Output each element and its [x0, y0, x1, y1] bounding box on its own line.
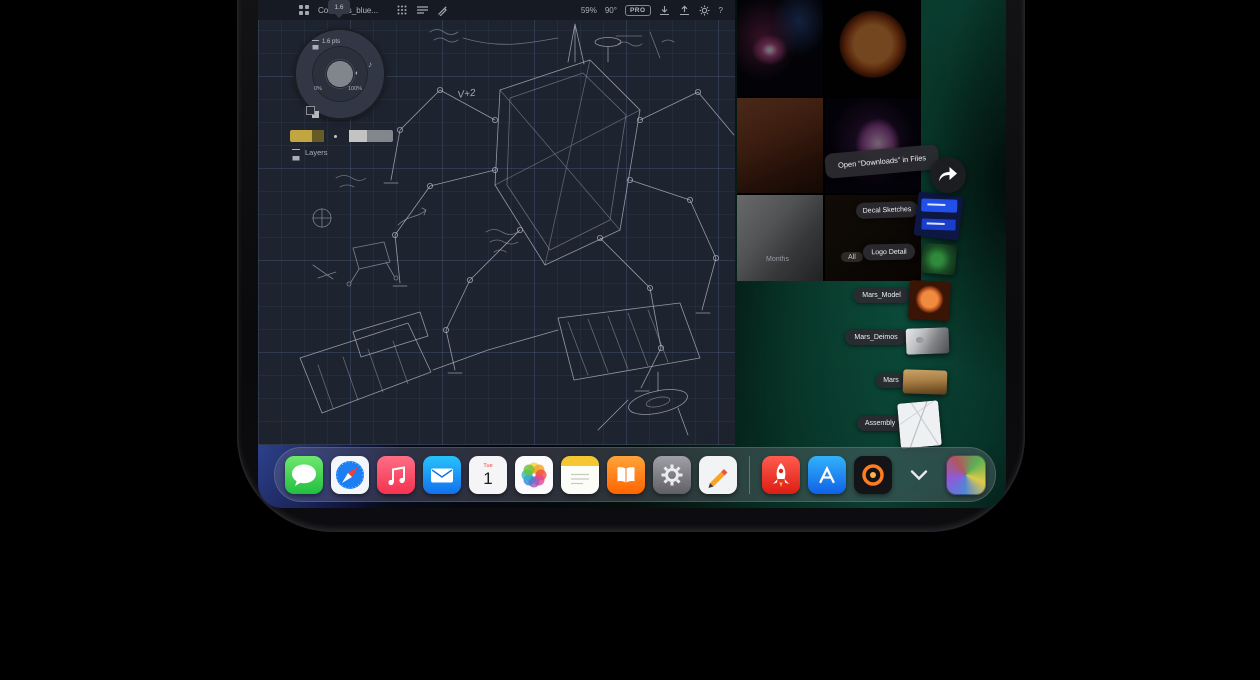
canvas-vignette	[258, 0, 735, 445]
drag-item-label: Assembly	[865, 420, 895, 427]
dock-icon-calendar[interactable]: Tue 1	[469, 456, 507, 494]
drag-item-mars-deimos[interactable]: Mars_Deimos	[845, 330, 907, 345]
compass-icon	[331, 456, 369, 494]
open-book-icon	[607, 456, 645, 494]
app-store-a-icon	[808, 456, 846, 494]
dock-icon-photos[interactable]	[515, 456, 553, 494]
drag-item-label: Mars_Deimos	[854, 334, 897, 341]
dock-icon-music[interactable]	[377, 456, 415, 494]
drag-item-label: Decal Sketches	[863, 206, 912, 215]
drag-item-mars[interactable]: Mars	[876, 373, 906, 388]
drag-item-assembly[interactable]: Assembly	[857, 416, 903, 431]
drag-item-label: Open “Downloads” in Files	[838, 153, 927, 170]
ipad-screen: V+2 Concepts_blue... 59% 90°	[258, 0, 1006, 508]
gear-icon	[653, 456, 691, 494]
dock-icon-sketch[interactable]	[699, 456, 737, 494]
drag-thumbnail-decals	[913, 191, 963, 240]
drag-thumbnail-logo	[921, 243, 957, 276]
forward-arrow-icon	[938, 166, 958, 184]
photos-grid	[737, 0, 921, 281]
dock-icon-books[interactable]	[607, 456, 645, 494]
drag-item-logo-detail[interactable]: Logo Detail	[863, 244, 915, 261]
flower-icon	[515, 456, 553, 494]
dock-icon-mail[interactable]	[423, 456, 461, 494]
drag-item-label: Logo Detail	[871, 248, 907, 256]
note-lines-icon	[561, 456, 599, 494]
dock-icon-messages[interactable]	[285, 456, 323, 494]
dock-recent-app[interactable]	[946, 455, 986, 495]
concepts-app-window: V+2 Concepts_blue... 59% 90°	[258, 0, 735, 445]
photos-tab-all[interactable]: All	[841, 252, 863, 262]
drag-thumbnail-assembly	[897, 400, 942, 448]
dock-icon-app-store[interactable]	[808, 456, 846, 494]
photos-dim-overlay	[737, 0, 921, 281]
drag-thumbnail-mars-model	[908, 280, 951, 321]
chevron-down-icon	[910, 469, 928, 481]
rocket-icon	[762, 456, 800, 494]
dock-chevron-button[interactable]	[906, 462, 932, 488]
dock-icon-settings[interactable]	[653, 456, 691, 494]
dock-icon-notes[interactable]	[561, 456, 599, 494]
drag-item-label: Mars	[883, 377, 899, 384]
drag-thumbnail-mars-deimos	[906, 327, 950, 354]
drag-thumbnail-mars-surface	[903, 369, 948, 395]
drag-item-label: Mars_Model	[862, 292, 901, 299]
calendar-day: 1	[483, 470, 492, 487]
orange-ring-icon	[854, 456, 892, 494]
music-note-icon	[377, 456, 415, 494]
dock-icon-safari[interactable]	[331, 456, 369, 494]
photos-tab-months[interactable]: Months	[766, 256, 789, 263]
drop-forward-button[interactable]	[930, 157, 966, 193]
dock-icon-orange-lens[interactable]	[854, 456, 892, 494]
dock: Tue 1	[274, 447, 996, 502]
speech-bubble-icon	[285, 456, 323, 494]
dock-divider	[749, 456, 750, 494]
drag-item-decal-sketches[interactable]: Decal Sketches	[856, 201, 919, 219]
drag-item-mars-model[interactable]: Mars_Model	[853, 288, 910, 303]
dock-icon-rocket[interactable]	[762, 456, 800, 494]
envelope-icon	[423, 456, 461, 494]
stage: V+2 Concepts_blue... 59% 90°	[0, 0, 1260, 680]
pencil-icon	[699, 456, 737, 494]
